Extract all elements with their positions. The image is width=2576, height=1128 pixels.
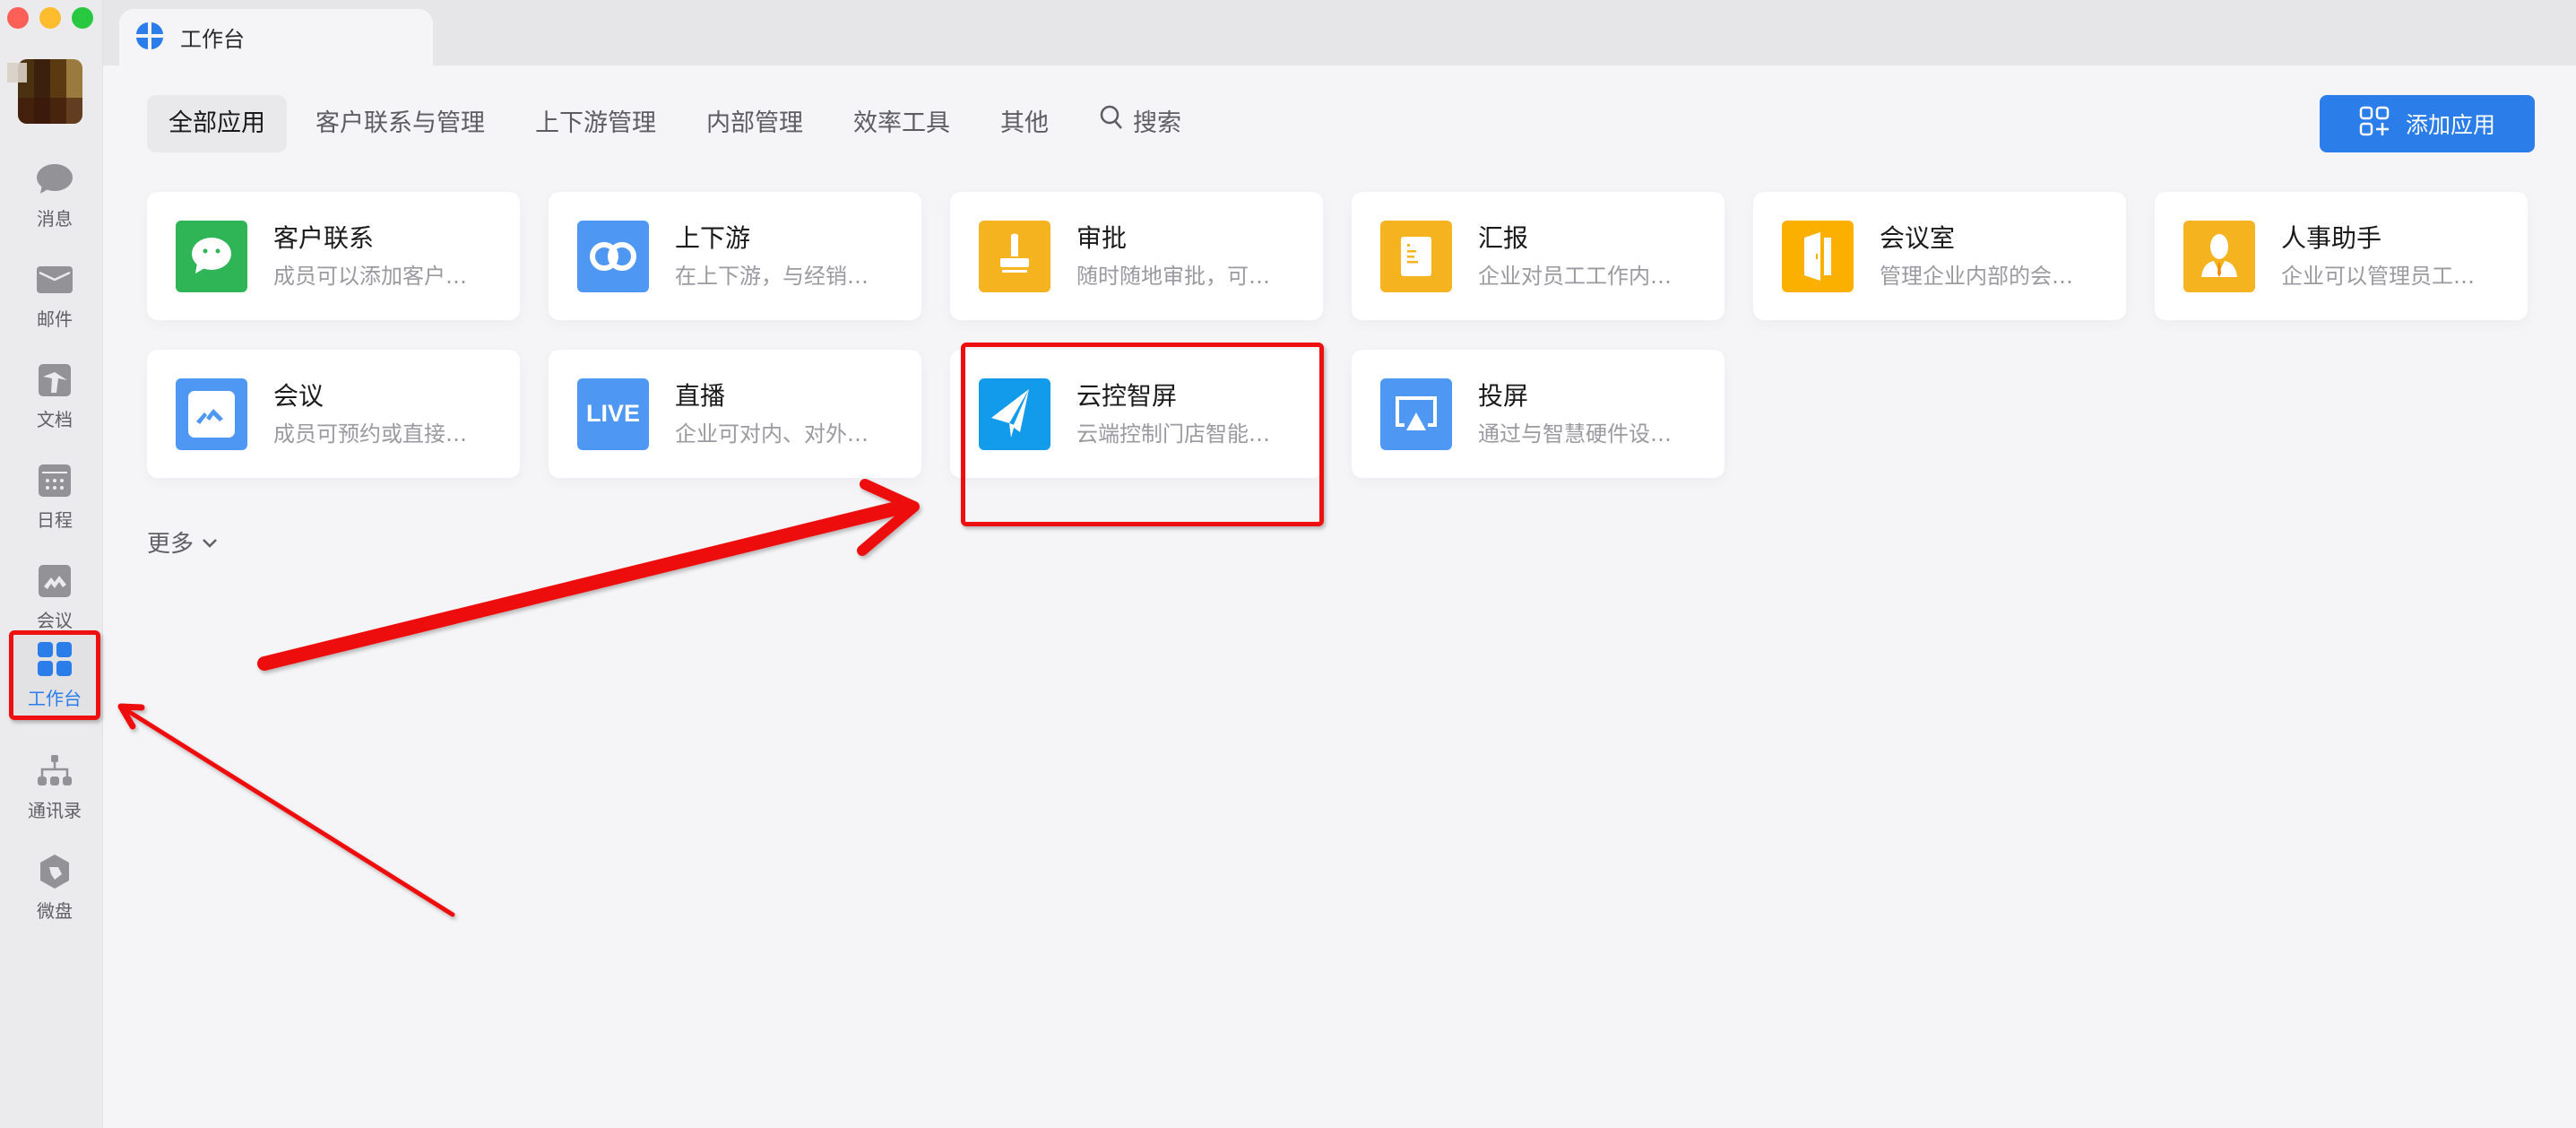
org-chart-icon	[37, 753, 73, 789]
tab-other[interactable]: 其他	[979, 95, 1070, 152]
more-button[interactable]: 更多	[147, 525, 219, 559]
app-card-screen-cast[interactable]: 投屏 通过与智慧硬件设…	[1352, 350, 1725, 478]
screen-cast-icon	[1380, 377, 1452, 450]
big-arrow	[257, 479, 920, 671]
sidebar-item-label: 文档	[37, 408, 73, 430]
search-button[interactable]: 搜索	[1077, 95, 1203, 152]
sidebar: 消息 邮件 文档 日程 会议 工作台 通讯录 微盘	[0, 0, 103, 1128]
person-tie-icon	[2183, 220, 2255, 292]
category-tabs: 全部应用 客户联系与管理 上下游管理 内部管理 效率工具 其他 搜索	[147, 95, 1210, 152]
tab-customer-contact[interactable]: 客户联系与管理	[294, 95, 506, 152]
live-icon: LIVE	[577, 377, 649, 450]
app-card-upstream[interactable]: 上下游 在上下游，与经销…	[549, 192, 921, 320]
app-description: 随时随地审批，可…	[1076, 264, 1270, 289]
app-title: 汇报	[1478, 223, 1529, 253]
add-app-button[interactable]: 添加应用	[2320, 95, 2535, 152]
sidebar-item-drive[interactable]: 微盘	[9, 843, 100, 933]
window-controls	[7, 7, 93, 29]
tab-title: 工作台	[180, 27, 245, 52]
app-title: 上下游	[675, 223, 751, 253]
live-icon-text: LIVE	[585, 400, 640, 427]
tab-workbench[interactable]: 工作台	[119, 9, 433, 65]
app-description: 在上下游，与经销…	[675, 264, 869, 289]
app-description: 企业可对内、对外…	[675, 421, 869, 447]
document-icon	[37, 362, 73, 398]
meeting-app-icon	[176, 377, 247, 450]
title-bar: 工作台	[103, 0, 2576, 65]
minimize-window-button[interactable]	[39, 7, 61, 29]
sidebar-item-mail[interactable]: 邮件	[9, 251, 100, 341]
app-card-approval[interactable]: 审批 随时随地审批，可…	[950, 192, 1323, 320]
app-title: 直播	[675, 381, 726, 411]
app-title: 会议室	[1880, 223, 1956, 253]
app-description: 成员可预约或直接…	[273, 421, 467, 447]
app-description: 通过与智慧硬件设…	[1478, 421, 1672, 447]
stamp-icon	[979, 220, 1050, 292]
message-bubble-icon	[37, 161, 73, 197]
sidebar-item-docs[interactable]: 文档	[9, 351, 100, 441]
avatar-pixelation	[7, 63, 27, 82]
close-window-button[interactable]	[7, 7, 29, 29]
sidebar-item-calendar[interactable]: 日程	[9, 452, 100, 542]
sidebar-item-label: 会议	[37, 609, 73, 631]
app-description: 管理企业内部的会…	[1880, 264, 2073, 289]
highlight-box-cloud-smart-screen	[961, 343, 1324, 526]
sidebar-item-label: 通讯录	[28, 799, 82, 821]
search-icon	[1099, 95, 1124, 152]
app-title: 会议	[273, 381, 324, 411]
annotation-arrows	[117, 479, 920, 917]
drive-icon	[37, 854, 73, 889]
more-label: 更多	[147, 531, 194, 558]
sidebar-item-label: 日程	[37, 508, 73, 531]
app-description: 企业可以管理员工…	[2281, 264, 2475, 289]
app-title: 审批	[1076, 223, 1128, 253]
avatar[interactable]	[18, 59, 82, 124]
tab-internal-management[interactable]: 内部管理	[685, 95, 825, 152]
thin-arrow	[117, 703, 455, 917]
sidebar-item-contacts[interactable]: 通讯录	[9, 742, 100, 832]
workbench-logo-icon	[135, 22, 164, 54]
chevron-down-icon	[201, 529, 219, 556]
tab-all-apps[interactable]: 全部应用	[147, 95, 287, 152]
sidebar-item-label: 邮件	[37, 308, 73, 330]
app-title: 投屏	[1478, 381, 1529, 411]
chat-bubble-icon	[176, 220, 247, 292]
add-app-label: 添加应用	[2405, 112, 2495, 138]
report-sheet-icon	[1380, 220, 1452, 292]
app-card-live[interactable]: LIVE 直播 企业可对内、对外…	[549, 350, 921, 478]
maximize-window-button[interactable]	[72, 7, 93, 29]
app-card-meeting-room[interactable]: 会议室 管理企业内部的会…	[1753, 192, 2126, 320]
app-card-report[interactable]: 汇报 企业对员工工作内…	[1352, 192, 1725, 320]
app-description: 成员可以添加客户…	[273, 264, 467, 289]
app-description: 企业对员工工作内…	[1478, 264, 1672, 289]
meeting-icon	[37, 563, 73, 599]
mail-envelope-icon	[37, 262, 73, 298]
sidebar-item-label: 消息	[37, 207, 73, 230]
sidebar-item-messages[interactable]: 消息	[9, 151, 100, 240]
add-app-grid-icon	[2359, 106, 2390, 142]
app-title: 客户联系	[273, 223, 375, 253]
search-label: 搜索	[1133, 109, 1181, 137]
sidebar-item-meeting[interactable]: 会议	[9, 552, 100, 642]
app-title: 人事助手	[2281, 223, 2382, 253]
link-rings-icon	[577, 220, 649, 292]
calendar-icon	[37, 463, 73, 499]
app-card-hr-assistant[interactable]: 人事助手 企业可以管理员工…	[2155, 192, 2528, 320]
tab-efficiency-tools[interactable]: 效率工具	[832, 95, 972, 152]
app-card-meeting[interactable]: 会议 成员可预约或直接…	[147, 350, 520, 478]
sidebar-item-label: 微盘	[37, 899, 73, 922]
app-card-customer-contact[interactable]: 客户联系 成员可以添加客户…	[147, 192, 520, 320]
door-icon	[1782, 220, 1854, 292]
tab-upstream-downstream[interactable]: 上下游管理	[514, 95, 678, 152]
highlight-box-workbench	[9, 630, 100, 720]
